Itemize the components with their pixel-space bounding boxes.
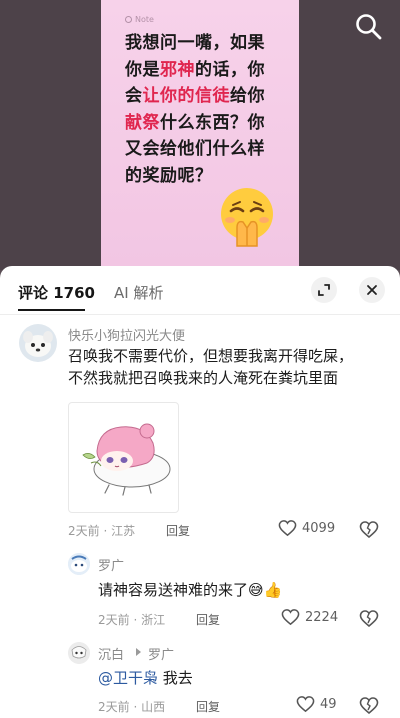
note-plain-text: 我想问一嘴，如果 (125, 33, 265, 53)
heart-icon (296, 696, 315, 713)
reply-button[interactable]: 回复 (166, 522, 190, 539)
avatar[interactable] (19, 324, 57, 362)
broken-heart-icon[interactable] (359, 696, 379, 716)
comment-text-line1: 召唤我不需要代价，但想要我离开得吃屎， (68, 347, 354, 365)
note-text-line: 献祭什么东西？你 (125, 110, 285, 137)
avatar[interactable] (68, 553, 90, 575)
broken-heart-icon[interactable] (359, 609, 379, 629)
note-highlight-text: 献祭 (125, 112, 160, 133)
note-plain-text: 的奖励呢？ (125, 165, 213, 186)
comment-username[interactable]: 快乐小狗拉闪光大便 (68, 325, 185, 344)
tab-comments[interactable]: 评论 1760 (18, 282, 95, 303)
note-text-line: 会让你的信徒给你 (125, 83, 285, 110)
reply-button[interactable]: 回复 (196, 698, 220, 715)
comment-sticker-image[interactable] (68, 402, 179, 513)
close-icon (367, 285, 377, 295)
comment-username[interactable]: 罗广 (98, 555, 124, 574)
reply-to-username[interactable]: 罗广 (148, 644, 174, 663)
expand-button[interactable] (311, 277, 337, 303)
broken-heart-icon[interactable] (359, 520, 379, 540)
note-text-line: 又会给他们什么样 (125, 136, 285, 163)
note-tag: Note (125, 15, 154, 24)
heart-icon (281, 609, 300, 626)
post-image-area: Note 我想问一嘴，如果 你是邪神的话，你 会让你的信徒给你 献祭什么东西？你 又会给… (0, 0, 400, 270)
tabs-divider (0, 314, 400, 315)
comment-text-line2: 不然我就把召唤我来的人淹死在粪坑里面 (68, 369, 339, 387)
tab-active-indicator (18, 309, 85, 311)
comment-meta: 2天前 · 江苏 (68, 524, 136, 538)
note-card: Note 我想问一嘴，如果 你是邪神的话，你 会让你的信徒给你 献祭什么东西？你 又会给… (101, 0, 299, 270)
like-button[interactable]: 4099 (278, 519, 335, 538)
tab-ai-analysis[interactable]: AI 解析 (114, 282, 163, 303)
pleading-hands-emoji (221, 188, 273, 247)
note-text: 我想问一嘴，如果 你是邪神的话，你 会让你的信徒给你 献祭什么东西？你 又会给他们什么样… (125, 30, 285, 189)
reply-button[interactable]: 回复 (196, 611, 220, 628)
note-plain-text: 你是 (125, 59, 160, 80)
comments-sheet: 评论 1760 AI 解析 快乐小狗拉闪光大便 召唤我不需要代价，但想要我离开得… (0, 266, 400, 718)
expand-icon (318, 284, 330, 296)
note-highlight-text: 让你的信徒 (142, 86, 230, 106)
avatar[interactable] (68, 642, 90, 664)
search-icon[interactable] (354, 12, 384, 42)
dog-avatar-icon (19, 324, 57, 362)
note-highlight-text: 邪神 (160, 59, 195, 80)
note-text-line: 你是邪神的话，你 (125, 57, 285, 84)
comment-meta: 2天前 · 山西 (98, 700, 166, 714)
note-plain-text: 给你 (230, 86, 265, 106)
note-plain-text: 又会给他们什么样 (125, 139, 265, 159)
comment-text: @卫干枭 我去 (98, 669, 193, 687)
like-count: 4099 (302, 521, 336, 536)
like-count: 2224 (305, 610, 339, 625)
anime-pink-hair-girl-sticker (82, 423, 171, 496)
comment-username[interactable]: 沉白 (98, 644, 124, 663)
note-plain-text: 会 (125, 86, 143, 106)
avatar-icon (68, 553, 90, 575)
heart-icon (278, 520, 297, 537)
like-button[interactable]: 49 (296, 695, 337, 714)
mention-link[interactable]: @卫干枭 (98, 669, 158, 687)
note-plain-text: 什么东西？你 (160, 112, 265, 133)
close-button[interactable] (359, 277, 385, 303)
like-count: 49 (320, 697, 337, 712)
note-text-line: 我想问一嘴，如果 (125, 30, 285, 57)
comment-text: 请神容易送神难的来了😅👍 (98, 581, 283, 599)
sheet-tabs: 评论 1760 AI 解析 (0, 266, 400, 314)
note-plain-text: 的话，你 (195, 59, 265, 80)
avatar-icon (68, 642, 90, 664)
comment-meta: 2天前 · 浙江 (98, 613, 166, 627)
emoji-sweat-smile-thumbs-up: 😅👍 (248, 581, 283, 599)
like-button[interactable]: 2224 (281, 608, 338, 627)
reply-arrow-icon (136, 648, 141, 656)
